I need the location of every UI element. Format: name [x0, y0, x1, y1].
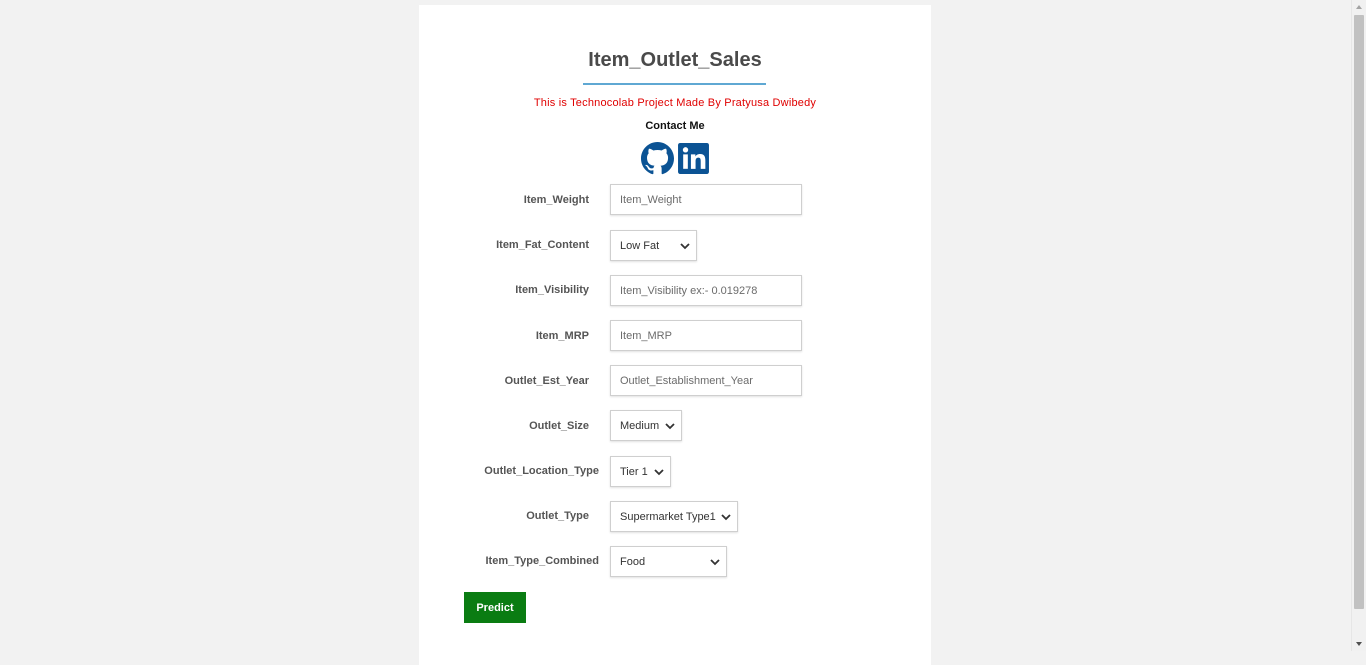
github-link[interactable] [641, 142, 674, 175]
item-fat-content-label: Item_Fat_Content [496, 239, 589, 251]
item-fat-content-value: Low Fat [620, 240, 660, 252]
predict-button[interactable]: Predict [464, 592, 526, 623]
item-type-combined-select[interactable]: Food [610, 546, 727, 577]
outlet-location-type-select[interactable]: Tier 1 [610, 456, 671, 487]
outlet-est-year-input[interactable] [610, 365, 802, 396]
item-type-combined-label: Item_Type_Combined [485, 555, 600, 567]
chevron-down-icon [710, 559, 720, 566]
outlet-type-value: Supermarket Type1 [620, 511, 716, 523]
outlet-type-select[interactable]: Supermarket Type1 [610, 501, 738, 532]
item-fat-content-select[interactable]: Low Fat [610, 230, 697, 261]
item-mrp-label: Item_MRP [535, 330, 589, 342]
outlet-size-value: Medium [620, 420, 660, 432]
outlet-location-type-value: Tier 1 [620, 466, 648, 478]
vertical-scrollbar[interactable] [1351, 0, 1366, 651]
outlet-type-label: Outlet_Type [526, 510, 589, 522]
item-visibility-input[interactable] [610, 275, 802, 306]
scroll-up-arrow-icon[interactable] [1352, 0, 1366, 14]
page-title: Item_Outlet_Sales [588, 49, 762, 71]
chevron-down-icon [665, 423, 675, 430]
social-links [641, 142, 710, 175]
github-icon [641, 142, 674, 175]
item-visibility-label: Item_Visibility [515, 284, 589, 296]
chevron-down-icon [680, 243, 690, 250]
contact-heading: Contact Me [645, 120, 705, 132]
item-weight-input[interactable] [610, 184, 802, 215]
outlet-size-label: Outlet_Size [529, 420, 589, 432]
item-mrp-input[interactable] [610, 320, 802, 351]
project-subtitle: This is Technocolab Project Made By Prat… [533, 97, 817, 109]
scroll-down-arrow-icon[interactable] [1352, 637, 1366, 651]
outlet-location-type-label: Outlet_Location_Type [484, 465, 599, 477]
scrollbar-thumb[interactable] [1354, 15, 1364, 609]
outlet-est-year-label: Outlet_Est_Year [504, 375, 589, 387]
title-underline [583, 83, 766, 85]
chevron-down-icon [721, 514, 731, 521]
item-type-combined-value: Food [620, 556, 646, 568]
outlet-size-select[interactable]: Medium [610, 410, 682, 441]
linkedin-link[interactable] [677, 142, 710, 175]
form-card: Item_Outlet_Sales This is Technocolab Pr… [419, 5, 931, 665]
linkedin-icon [678, 143, 709, 174]
item-weight-label: Item_Weight [523, 194, 589, 206]
chevron-down-icon [654, 469, 664, 476]
